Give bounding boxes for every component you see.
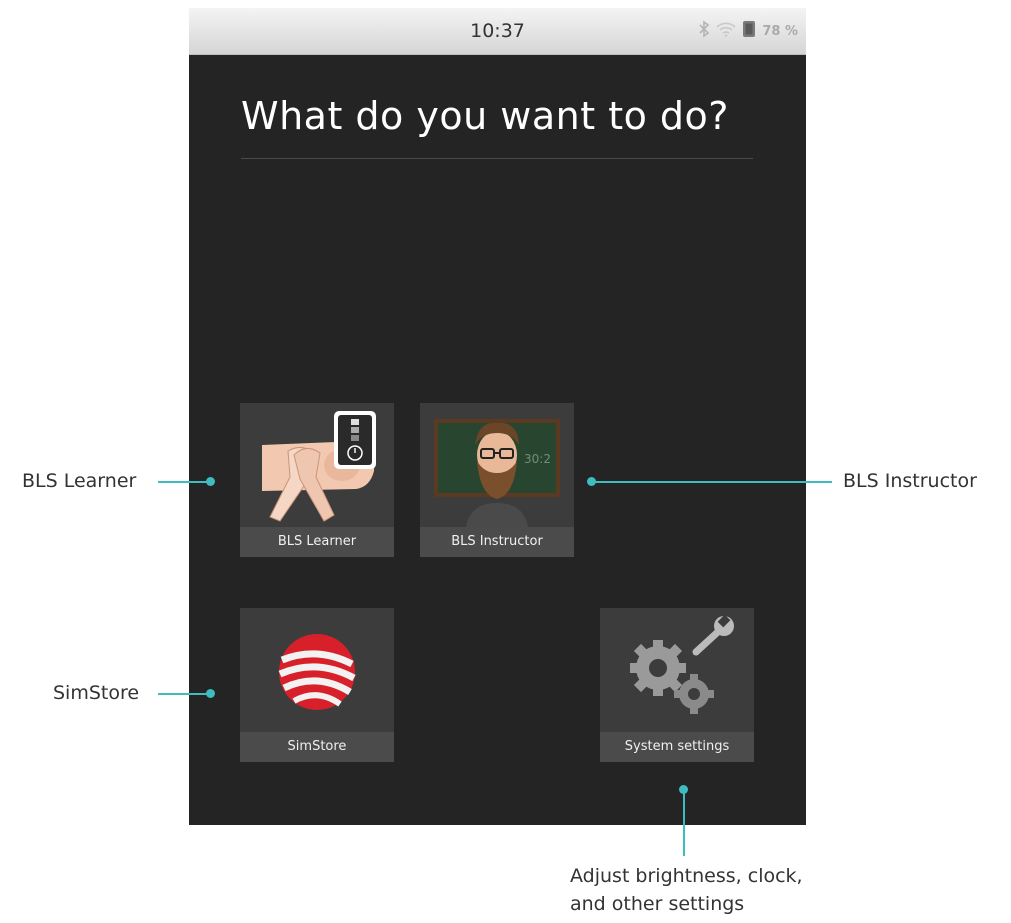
sd-card-icon [742, 20, 756, 42]
wifi-icon [716, 21, 736, 41]
page-title: What do you want to do? [241, 94, 729, 138]
callout-line [592, 481, 832, 483]
callout-line [158, 481, 208, 483]
tile-label: System settings [600, 732, 754, 762]
bls-learner-tile[interactable]: BLS Learner [240, 403, 394, 557]
title-divider [241, 158, 753, 159]
battery-percent: 78 % [762, 23, 798, 39]
callout-settings-line-1: Adjust brightness, clock, [570, 865, 803, 887]
simstore-logo-icon [240, 608, 394, 732]
status-icons: 78 % [698, 20, 798, 42]
tile-label: SimStore [240, 732, 394, 762]
device-screen: 10:37 78 % What do you want to do? BLS L… [189, 8, 806, 825]
callout-system-settings: Adjust brightness, clock, and other sett… [570, 862, 803, 918]
callout-dot [206, 689, 215, 698]
tile-label: BLS Learner [240, 527, 394, 557]
callout-line [683, 790, 685, 856]
tile-label: BLS Instructor [420, 527, 574, 557]
callout-simstore: SimStore [53, 682, 140, 704]
system-settings-tile[interactable]: System settings [600, 608, 754, 762]
callout-bls-instructor: BLS Instructor [843, 470, 977, 492]
callout-bls-learner: BLS Learner [22, 470, 137, 492]
callout-dot [206, 477, 215, 486]
gears-wrench-icon [600, 608, 754, 732]
simstore-tile[interactable]: SimStore [240, 608, 394, 762]
svg-text:30:2: 30:2 [524, 452, 551, 466]
cpr-hands-icon [240, 403, 394, 527]
callout-settings-line-2: and other settings [570, 893, 745, 915]
bluetooth-icon [698, 20, 710, 42]
callout-line [158, 693, 208, 695]
bls-instructor-tile[interactable]: 30:2 BLS Instructor [420, 403, 574, 557]
instructor-avatar-icon: 30:2 [420, 403, 574, 527]
callout-dot [587, 477, 596, 486]
status-bar: 10:37 78 % [189, 8, 806, 55]
